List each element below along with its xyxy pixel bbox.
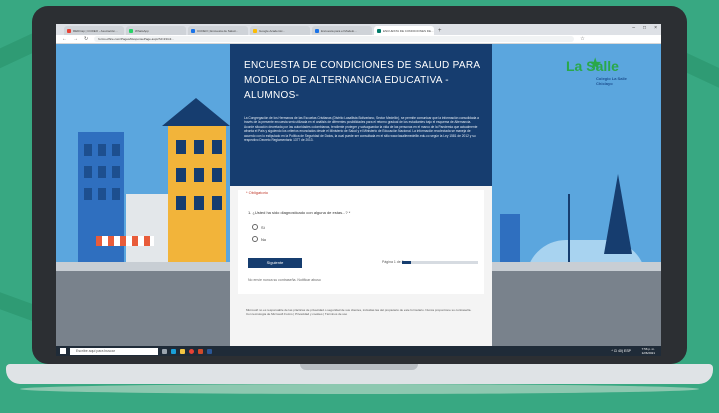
window (176, 140, 186, 154)
option-yes[interactable]: Sí (252, 224, 265, 230)
window (84, 166, 92, 178)
whatsapp-icon (129, 28, 133, 33)
address-bar: ← → ↻ forms.office.com/Pages/ResponsePag… (56, 35, 661, 44)
form-footer: Microsoft no es responsable de las práct… (246, 308, 472, 316)
awning (96, 236, 154, 246)
option-label: No (261, 236, 267, 242)
close-icon[interactable]: × (654, 25, 657, 31)
back-icon[interactable]: ← (62, 36, 67, 42)
la-salle-logo: La Salle ★ Colegio La Salle Chiclayo (566, 56, 656, 92)
favicon-icon (315, 28, 319, 33)
window (212, 140, 222, 154)
edge-icon[interactable] (171, 348, 176, 354)
favicon-icon (191, 28, 195, 33)
building-left-tall (126, 194, 168, 272)
file-explorer-icon[interactable] (180, 348, 185, 354)
window (176, 168, 186, 182)
forms-icon (377, 28, 381, 33)
minimize-icon[interactable]: – (632, 25, 635, 31)
laptop-shadow (20, 384, 699, 394)
required-label: * Obligatorio (246, 190, 269, 195)
radio-button[interactable] (252, 236, 258, 242)
app-icon[interactable] (207, 348, 212, 354)
clock[interactable]: 7:56 p. m. 12/6/2021 (642, 347, 655, 355)
favicon-icon (253, 28, 257, 33)
window (194, 196, 204, 210)
option-label: Sí (261, 224, 265, 230)
task-view-icon[interactable] (162, 348, 167, 354)
browser-tab[interactable]: REDCap | CCDEO - Asociación... (64, 26, 124, 35)
password-note: No envíe nunca su contraseña. Notificar … (248, 278, 321, 282)
system-tray[interactable]: ^ ⊡ 40) ESP (611, 349, 631, 353)
forward-icon[interactable]: → (73, 36, 78, 42)
form-description: La Congregación de los Hermanos de las E… (244, 116, 479, 143)
browser-tab[interactable]: Encuesta para el Modelo... (312, 26, 372, 35)
browser-tab-active[interactable]: ENCUESTA DE CONDICIONES DE... (374, 26, 434, 35)
window (98, 188, 106, 200)
reload-icon[interactable]: ↻ (84, 36, 88, 42)
form-title: ENCUESTA DE CONDICIONES DE SALUD PARA MO… (244, 60, 480, 101)
windows-start-icon[interactable] (60, 348, 66, 354)
favicon-icon (67, 28, 71, 33)
window (98, 144, 106, 156)
window (112, 166, 120, 178)
tree (604, 174, 632, 254)
next-button[interactable]: Siguiente (248, 258, 302, 268)
window-controls: – □ × (632, 25, 657, 31)
lamp-post (568, 194, 570, 266)
progress-fill (402, 261, 412, 264)
taskbar-search-input[interactable]: Escribe aquí para buscar (70, 347, 158, 355)
chrome-icon[interactable] (189, 348, 194, 354)
window (112, 144, 120, 156)
browser-tab[interactable]: CCDEO | Encuesta de Salud... (188, 26, 248, 35)
laptop-notch (300, 364, 418, 370)
form-header: ENCUESTA DE CONDICIONES DE SALUD PARA MO… (230, 44, 492, 186)
window (212, 168, 222, 182)
app-icon[interactable] (198, 348, 203, 354)
star-icon[interactable]: ☆ (580, 36, 584, 42)
browser-tab[interactable]: Google Academic... (250, 26, 310, 35)
window (176, 196, 186, 210)
window (212, 196, 222, 210)
survey-form: ENCUESTA DE CONDICIONES DE SALUD PARA MO… (230, 44, 492, 346)
window (98, 166, 106, 178)
building-roof (162, 98, 230, 126)
browser-tab[interactable]: WhatsApp (126, 26, 186, 35)
url-field[interactable]: forms.office.com/Pages/ResponsePage.aspx… (94, 36, 575, 42)
clock-date: 12/6/2021 (641, 351, 655, 355)
taskbar: Escribe aquí para buscar (56, 346, 661, 356)
progress-bar (402, 261, 478, 264)
logo-subtitle: Colegio La Salle Chiclayo (596, 76, 627, 86)
window (84, 144, 92, 156)
screen: REDCap | CCDEO - Asociación... WhatsApp … (56, 24, 661, 356)
progress-label: Página 1 de 8 (382, 260, 404, 264)
form-question-section: * Obligatorio 1. ¿Usted ha sido diagnost… (238, 190, 484, 294)
window (194, 168, 204, 182)
window (194, 140, 204, 154)
window (112, 188, 120, 200)
star-icon: ★ (588, 56, 603, 73)
question-label: 1. ¿Usted ha sido diagnosticado con algu… (248, 210, 351, 215)
new-tab-icon[interactable]: + (438, 27, 442, 35)
browser-tab-bar: REDCap | CCDEO - Asociación... WhatsApp … (56, 24, 661, 35)
option-no[interactable]: No (252, 236, 266, 242)
window (84, 188, 92, 200)
radio-button[interactable] (252, 224, 258, 230)
maximize-icon[interactable]: □ (643, 25, 646, 31)
page-content: La Salle ★ Colegio La Salle Chiclayo ENC… (56, 44, 661, 346)
